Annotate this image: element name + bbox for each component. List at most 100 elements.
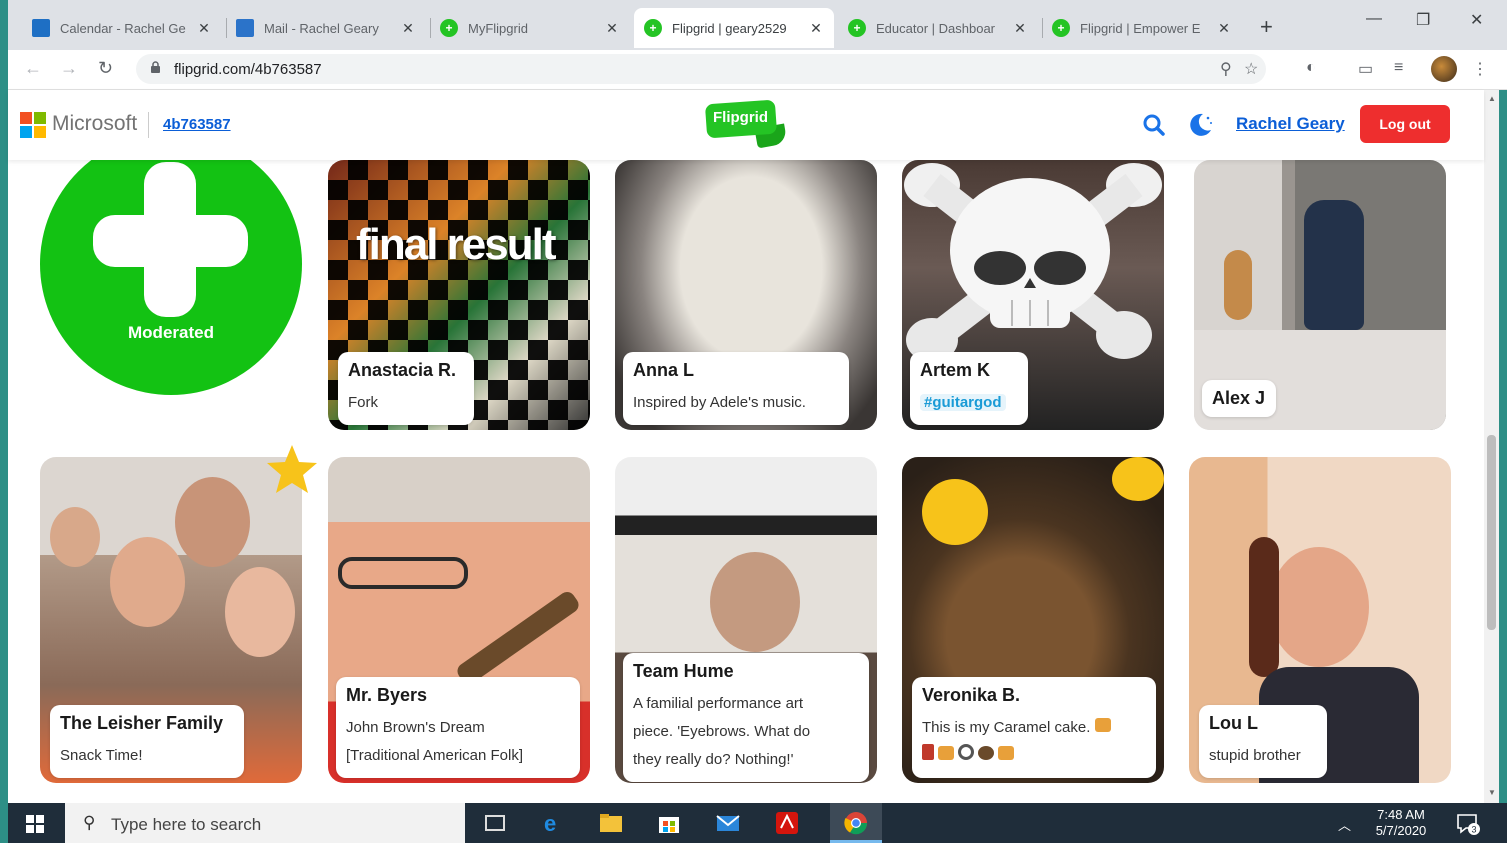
tab-educator-dashboard[interactable]: + Educator | Dashboar ✕ — [838, 8, 1038, 48]
response-label: Artem K #guitargod — [910, 352, 1028, 425]
tab-title: Mail - Rachel Geary — [264, 20, 379, 36]
tab-title: MyFlipgrid — [468, 20, 528, 36]
tab-title: Educator | Dashboar — [876, 20, 995, 36]
tab-calendar[interactable]: Calendar - Rachel Ge ✕ — [22, 8, 222, 48]
task-view-icon[interactable] — [482, 810, 508, 836]
address-bar[interactable]: flipgrid.com/4b763587 ⚲ ☆ — [136, 54, 1266, 84]
user-name-link[interactable]: Rachel Geary — [1236, 114, 1345, 134]
extension-icon[interactable]: ◐ — [1306, 59, 1316, 77]
response-caption: Inspired by Adele's music. — [633, 394, 806, 411]
response-label: Mr. Byers John Brown's Dream [Traditiona… — [336, 677, 580, 778]
responder-name: Team Hume — [633, 661, 859, 682]
show-hidden-icons-icon[interactable]: ︿ — [1338, 815, 1351, 834]
responder-name: Anastacia R. — [348, 360, 464, 381]
restore-icon[interactable]: ❐ — [1416, 10, 1430, 30]
close-icon[interactable]: ✕ — [400, 20, 416, 37]
response-card-anna[interactable]: Anna L Inspired by Adele's music. — [615, 160, 877, 430]
response-label: Veronika B. This is my Caramel cake. — [912, 677, 1156, 778]
windows-start-icon[interactable] — [26, 815, 44, 833]
flipgrid-logo[interactable]: Flipgrid — [704, 99, 788, 149]
response-card-lou[interactable]: Lou L stupid brother — [1189, 457, 1451, 783]
new-tab-icon[interactable]: + — [1260, 14, 1273, 40]
store-icon[interactable] — [656, 810, 682, 836]
scroll-down-icon[interactable]: ▼ — [1488, 788, 1496, 797]
bookmark-star-icon[interactable]: ☆ — [1244, 59, 1258, 79]
grid-code-link[interactable]: 4b763587 — [163, 116, 231, 133]
mail-app-icon[interactable] — [715, 810, 741, 836]
edge-browser-icon[interactable]: e — [540, 810, 566, 836]
search-placeholder: Type here to search — [111, 815, 262, 834]
tab-myflipgrid[interactable]: + MyFlipgrid ✕ — [430, 8, 630, 48]
responder-name: Anna L — [633, 360, 839, 381]
tab-title: Calendar - Rachel Ge — [60, 20, 186, 36]
profile-avatar[interactable] — [1431, 56, 1457, 82]
close-icon[interactable]: ✕ — [1216, 20, 1232, 37]
scroll-up-icon[interactable]: ▲ — [1488, 94, 1496, 103]
chrome-menu-icon[interactable]: ⋮ — [1472, 59, 1488, 79]
response-card-anastacia[interactable]: final result Anastacia R. Fork — [328, 160, 590, 430]
star-struck-emoji-icon — [922, 479, 988, 545]
response-label: Alex J — [1202, 380, 1276, 417]
hashtag-caption[interactable]: #guitargod — [920, 394, 1006, 411]
cake-icon — [1094, 718, 1111, 732]
response-label: Anna L Inspired by Adele's music. — [623, 352, 849, 425]
add-response-button[interactable]: Moderated — [40, 160, 302, 395]
response-card-team-hume[interactable]: Team Hume A familial performance art pie… — [615, 457, 877, 783]
chrome-icon[interactable] — [843, 810, 869, 836]
close-icon[interactable]: ✕ — [808, 20, 824, 37]
taskbar-search-box[interactable]: ⚲ Type here to search — [65, 803, 465, 843]
outlook-icon — [236, 19, 254, 37]
response-caption: Snack Time! — [60, 747, 143, 764]
flipgrid-icon: + — [440, 19, 458, 37]
notifications-icon[interactable]: 3 — [1454, 810, 1480, 836]
flipgrid-icon: + — [644, 19, 662, 37]
file-explorer-icon[interactable] — [598, 810, 624, 836]
response-card-alex[interactable]: Alex J — [1194, 160, 1446, 430]
food-emoji-row — [922, 742, 1146, 770]
logout-button[interactable]: Log out — [1360, 105, 1450, 143]
flipgrid-header: Microsoft 4b763587 Flipgrid Rachel Geary… — [8, 90, 1484, 160]
flipgrid-logo-text: Flipgrid — [713, 109, 768, 126]
responder-name: Lou L — [1209, 713, 1317, 734]
cake-icon — [998, 746, 1014, 760]
response-card-veronika[interactable]: Veronika B. This is my Caramel cake. — [902, 457, 1164, 783]
thumbnail-overlay-text: final result — [356, 220, 556, 269]
emoji-icon — [1112, 457, 1164, 501]
tab-flipgrid-grid[interactable]: + Flipgrid | geary2529 ✕ — [634, 8, 834, 48]
minimize-icon[interactable]: — — [1366, 10, 1382, 28]
responder-name: Mr. Byers — [346, 685, 570, 706]
dark-mode-moon-icon[interactable] — [1186, 111, 1214, 139]
back-icon[interactable]: ← — [24, 58, 42, 79]
responder-name: Alex J — [1212, 388, 1266, 409]
search-icon[interactable] — [1143, 114, 1165, 136]
scrollbar-thumb[interactable] — [1487, 435, 1496, 630]
calendar-icon — [32, 19, 50, 37]
tab-flipgrid-empower[interactable]: + Flipgrid | Empower E ✕ — [1042, 8, 1242, 48]
page-scrollbar[interactable]: ▲ ▼ — [1484, 90, 1499, 803]
zoom-icon[interactable]: ⚲ — [1220, 59, 1232, 79]
moderated-label: Moderated — [128, 323, 214, 342]
window-close-icon[interactable]: ✕ — [1470, 10, 1483, 30]
response-caption: This is my Caramel cake. — [922, 714, 1146, 770]
response-label: Team Hume A familial performance art pie… — [623, 653, 869, 782]
response-label: The Leisher Family Snack Time! — [50, 705, 244, 778]
forward-icon[interactable]: → — [60, 58, 78, 79]
acrobat-icon[interactable] — [774, 810, 800, 836]
response-card-artem[interactable]: Artem K #guitargod — [902, 160, 1164, 430]
reload-icon[interactable]: ↻ — [98, 58, 113, 79]
tab-title: Flipgrid | Empower E — [1080, 20, 1201, 36]
tab-title: Flipgrid | geary2529 — [672, 20, 787, 36]
close-icon[interactable]: ✕ — [1012, 20, 1028, 37]
media-control-icon[interactable]: ≡ — [1394, 59, 1403, 77]
glasses-icon — [338, 557, 468, 589]
cast-icon[interactable]: ▭ — [1358, 59, 1373, 79]
close-icon[interactable]: ✕ — [604, 20, 620, 37]
person-figure — [1304, 200, 1364, 330]
system-clock[interactable]: 7:48 AM 5/7/2020 — [1366, 807, 1436, 839]
close-icon[interactable]: ✕ — [196, 20, 212, 37]
tab-mail[interactable]: Mail - Rachel Geary ✕ — [226, 8, 426, 48]
notification-count: 3 — [1472, 825, 1477, 835]
response-card-leisher[interactable]: The Leisher Family Snack Time! — [40, 457, 302, 783]
cake-icon — [938, 746, 954, 760]
response-card-byers[interactable]: Mr. Byers John Brown's Dream [Traditiona… — [328, 457, 590, 783]
